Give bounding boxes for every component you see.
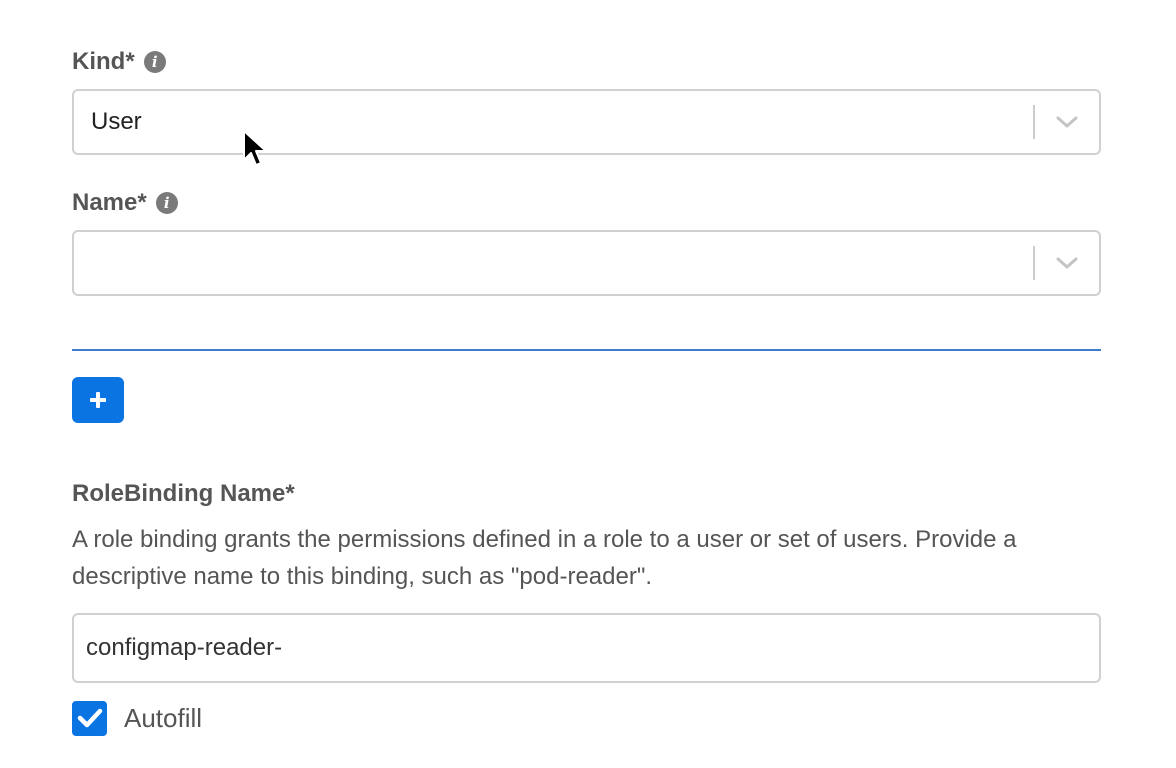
autofill-label: Autofill — [124, 702, 203, 733]
info-icon[interactable]: i — [155, 192, 178, 214]
autofill-checkbox[interactable] — [72, 700, 107, 736]
rolebinding-label-row: RoleBinding Name* — [72, 479, 295, 509]
info-icon[interactable]: i — [143, 51, 166, 73]
checkmark-icon — [77, 708, 102, 728]
add-subject-button[interactable] — [72, 377, 124, 423]
rolebinding-help-text: A role binding grants the permissions de… — [72, 526, 1017, 590]
rolebinding-name-input[interactable] — [72, 613, 1101, 683]
plus-icon — [90, 392, 106, 408]
autofill-row: Autofill — [72, 700, 202, 736]
section-divider — [72, 349, 1101, 351]
kind-select[interactable]: User — [72, 89, 1101, 155]
rolebinding-name-label: RoleBinding Name* — [72, 480, 295, 507]
chevron-down-icon[interactable] — [1035, 91, 1099, 153]
name-label-row: Name* i — [72, 188, 178, 218]
name-label: Name* — [72, 189, 147, 216]
kind-label: Kind* — [72, 48, 135, 75]
name-select[interactable] — [72, 230, 1101, 296]
kind-label-row: Kind* i — [72, 47, 166, 77]
kind-select-value: User — [91, 108, 142, 135]
chevron-down-icon[interactable] — [1035, 232, 1099, 294]
